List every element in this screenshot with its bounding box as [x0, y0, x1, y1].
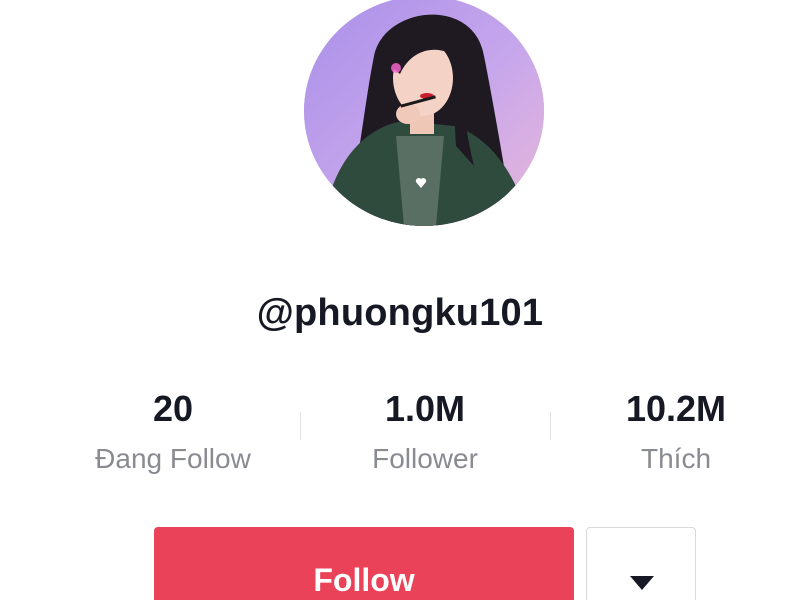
profile-stats: 20 Đang Follow 1.0M Follower 10.2M Thích: [0, 386, 800, 496]
avatar[interactable]: [304, 0, 544, 226]
caret-down-icon: [630, 576, 654, 590]
stat-divider: [550, 412, 551, 440]
profile-photo-icon: [304, 0, 544, 226]
following-count: 20: [152, 388, 194, 429]
stat-following[interactable]: 20 Đang Follow: [53, 386, 293, 476]
more-options-button[interactable]: [586, 527, 696, 600]
stat-likes: 10.2M Thích: [556, 386, 796, 476]
followers-label: Follower: [372, 443, 478, 474]
followers-count: 1.0M: [384, 388, 466, 429]
following-label: Đang Follow: [95, 443, 251, 474]
username: @phuongku101: [256, 292, 544, 334]
likes-label: Thích: [640, 443, 712, 474]
stat-followers[interactable]: 1.0M Follower: [305, 386, 545, 476]
stat-divider: [300, 412, 301, 440]
likes-count: 10.2M: [625, 388, 727, 429]
profile-page: @phuongku101 20 Đang Follow 1.0M Followe…: [0, 0, 800, 600]
follow-button[interactable]: Follow: [154, 527, 574, 600]
